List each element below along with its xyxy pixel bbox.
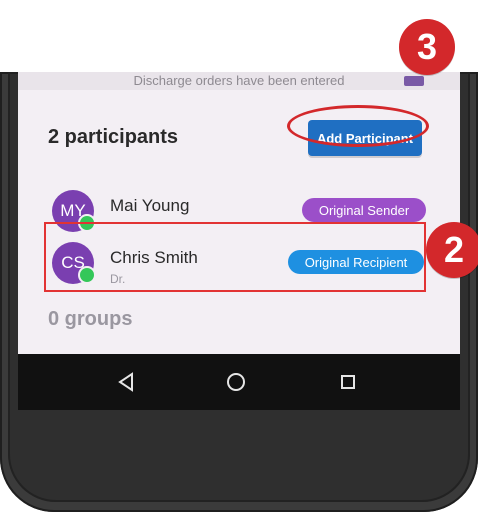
top-banner-text: Discharge orders have been entered	[133, 73, 345, 88]
step-badge-2: 2	[426, 222, 478, 278]
android-navbar	[18, 354, 460, 410]
top-banner: Discharge orders have been entered	[18, 72, 460, 90]
back-triangle-icon[interactable]	[114, 370, 138, 394]
role-badge: Original Sender	[302, 198, 426, 222]
avatar: MY	[52, 190, 96, 232]
participant-name: Chris Smith	[110, 248, 198, 267]
participant-name: Mai Young	[110, 196, 190, 215]
participant-subtitle: Dr.	[110, 272, 126, 286]
groups-title: 0 groups	[48, 308, 133, 330]
participants-header: 2 participants Add Participant	[18, 90, 460, 176]
participant-row-chris-smith[interactable]: CS Chris Smith Dr. Original Recipient	[18, 228, 460, 292]
recent-square-icon[interactable]	[336, 370, 360, 394]
step-badge-3: 3	[399, 19, 455, 75]
top-banner-indicator	[404, 76, 424, 86]
screen: Discharge orders have been entered 2 par…	[18, 72, 460, 354]
avatar: CS	[52, 242, 96, 284]
role-badge: Original Recipient	[288, 250, 424, 274]
home-circle-icon[interactable]	[224, 370, 248, 394]
presence-indicator	[78, 266, 96, 284]
add-participant-button[interactable]: Add Participant	[308, 120, 422, 156]
participants-title: 2 participants	[48, 126, 179, 148]
